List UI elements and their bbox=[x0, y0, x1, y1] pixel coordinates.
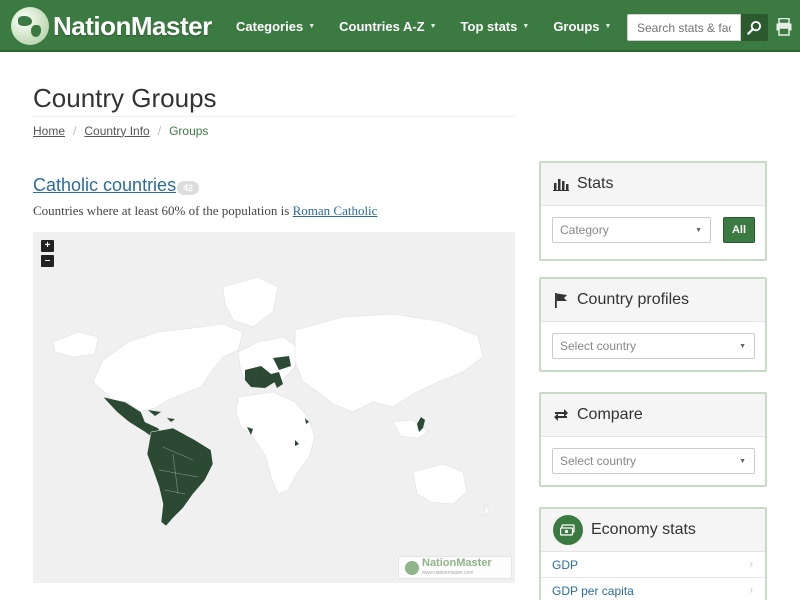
money-icon bbox=[553, 515, 583, 545]
group-title-link[interactable]: Catholic countries bbox=[33, 175, 176, 196]
economy-item-label: GDP per capita bbox=[552, 583, 634, 598]
chevron-right-icon: › bbox=[749, 559, 753, 570]
nav-label: Countries A-Z bbox=[339, 18, 425, 34]
search-input[interactable] bbox=[627, 14, 741, 41]
australia-landmass bbox=[412, 463, 468, 505]
caribbean-islands bbox=[148, 410, 175, 422]
print-icon bbox=[776, 17, 792, 36]
profile-select-value: Select country bbox=[560, 339, 637, 353]
flag-icon bbox=[553, 292, 569, 308]
brand-name: NationMaster bbox=[53, 10, 212, 41]
description-text: Countries where at least 60% of the popu… bbox=[33, 203, 293, 218]
world-map-svg bbox=[52, 276, 490, 583]
breadcrumb: Home / Country Info / Groups bbox=[33, 116, 515, 144]
economy-stats-header: Economy stats bbox=[541, 509, 765, 552]
country-profiles-title: Country profiles bbox=[577, 291, 690, 308]
country-profiles-panel: Country profiles Select country ▼ bbox=[539, 277, 767, 372]
caret-down-icon: ▼ bbox=[522, 22, 530, 30]
compare-title: Compare bbox=[577, 406, 643, 423]
search-button[interactable] bbox=[741, 14, 768, 41]
compare-panel: Compare Select country ▼ bbox=[539, 392, 767, 487]
nav-groups[interactable]: Groups ▼ bbox=[553, 19, 611, 34]
stats-title: Stats bbox=[577, 175, 614, 192]
breadcrumb-country-info[interactable]: Country Info bbox=[84, 124, 149, 138]
caret-down-icon: ▼ bbox=[739, 343, 746, 350]
search-icon bbox=[747, 20, 762, 35]
roman-catholic-link[interactable]: Roman Catholic bbox=[293, 203, 378, 218]
nav-label: Groups bbox=[553, 18, 600, 34]
print-button[interactable] bbox=[776, 17, 792, 36]
stats-panel-header: Stats bbox=[541, 163, 765, 206]
north-america-landmass bbox=[92, 323, 244, 413]
compare-header: Compare bbox=[541, 394, 765, 437]
asia-landmass bbox=[294, 313, 484, 413]
alaska-landmass bbox=[52, 331, 99, 358]
map-watermark: NationMaster www.nationmaster.com bbox=[398, 556, 512, 579]
breadcrumb-home[interactable]: Home bbox=[33, 124, 65, 138]
breadcrumb-separator: / bbox=[73, 123, 77, 138]
economy-stats-panel: Economy stats GDP › GDP per capita › bbox=[539, 507, 767, 600]
globe-watermark-icon bbox=[405, 560, 419, 575]
compare-country-select[interactable]: Select country ▼ bbox=[552, 448, 755, 474]
zoom-out-button[interactable]: – bbox=[41, 255, 54, 267]
category-select[interactable]: Category ▼ bbox=[552, 217, 711, 243]
bar-chart-icon bbox=[553, 176, 569, 192]
nav-label: Top stats bbox=[460, 18, 518, 34]
category-select-value: Category bbox=[560, 223, 609, 237]
caret-down-icon: ▼ bbox=[429, 22, 437, 30]
profile-country-select[interactable]: Select country ▼ bbox=[552, 333, 755, 359]
breadcrumb-separator: / bbox=[157, 123, 162, 138]
south-america bbox=[146, 427, 214, 527]
economy-stats-title: Economy stats bbox=[591, 521, 696, 538]
country-profiles-header: Country profiles bbox=[541, 279, 765, 322]
breadcrumb-current: Groups bbox=[169, 123, 209, 138]
watermark-brand: NationMaster bbox=[422, 556, 492, 569]
caret-down-icon: ▼ bbox=[604, 22, 612, 30]
nav-top-stats[interactable]: Top stats ▼ bbox=[461, 19, 530, 34]
top-navbar: NationMaster Categories ▼ Countries A-Z ▼ … bbox=[0, 0, 800, 52]
economy-item-gdp[interactable]: GDP › bbox=[541, 552, 765, 578]
zoom-in-button[interactable]: + bbox=[41, 240, 54, 252]
compare-select-value: Select country bbox=[560, 454, 637, 468]
greenland-landmass bbox=[222, 276, 279, 328]
economy-item-label: GDP bbox=[552, 557, 579, 572]
caret-down-icon: ▼ bbox=[308, 22, 316, 30]
page-title: Country Groups bbox=[33, 83, 217, 113]
caret-down-icon: ▼ bbox=[695, 227, 702, 234]
nav-categories[interactable]: Categories ▼ bbox=[236, 19, 315, 34]
globe-logo-icon bbox=[11, 7, 49, 45]
stats-panel: Stats Category ▼ All bbox=[539, 161, 767, 261]
new-zealand bbox=[484, 503, 490, 517]
main-nav: Categories ▼ Countries A-Z ▼ Top stats ▼ Gr… bbox=[236, 0, 635, 52]
watermark-url: www.nationmaster.com bbox=[422, 569, 474, 576]
chevron-right-icon: › bbox=[749, 585, 753, 596]
nav-label: Categories bbox=[236, 18, 304, 34]
world-map[interactable]: + – NationMaster www.nationmaster.com bbox=[33, 232, 515, 583]
nav-countries-a-z[interactable]: Countries A-Z ▼ bbox=[339, 19, 436, 34]
country-count-badge: 42 bbox=[177, 181, 200, 195]
all-stats-button[interactable]: All bbox=[723, 217, 755, 243]
swap-arrows-icon bbox=[553, 407, 569, 423]
group-description: Countries where at least 60% of the popu… bbox=[33, 203, 377, 219]
watermark-text: NationMaster www.nationmaster.com bbox=[422, 556, 492, 578]
site-logo[interactable]: NationMaster bbox=[11, 6, 212, 46]
economy-item-gdp-per-capita[interactable]: GDP per capita › bbox=[541, 578, 765, 600]
africa-landmass bbox=[235, 391, 316, 495]
caret-down-icon: ▼ bbox=[739, 458, 746, 465]
